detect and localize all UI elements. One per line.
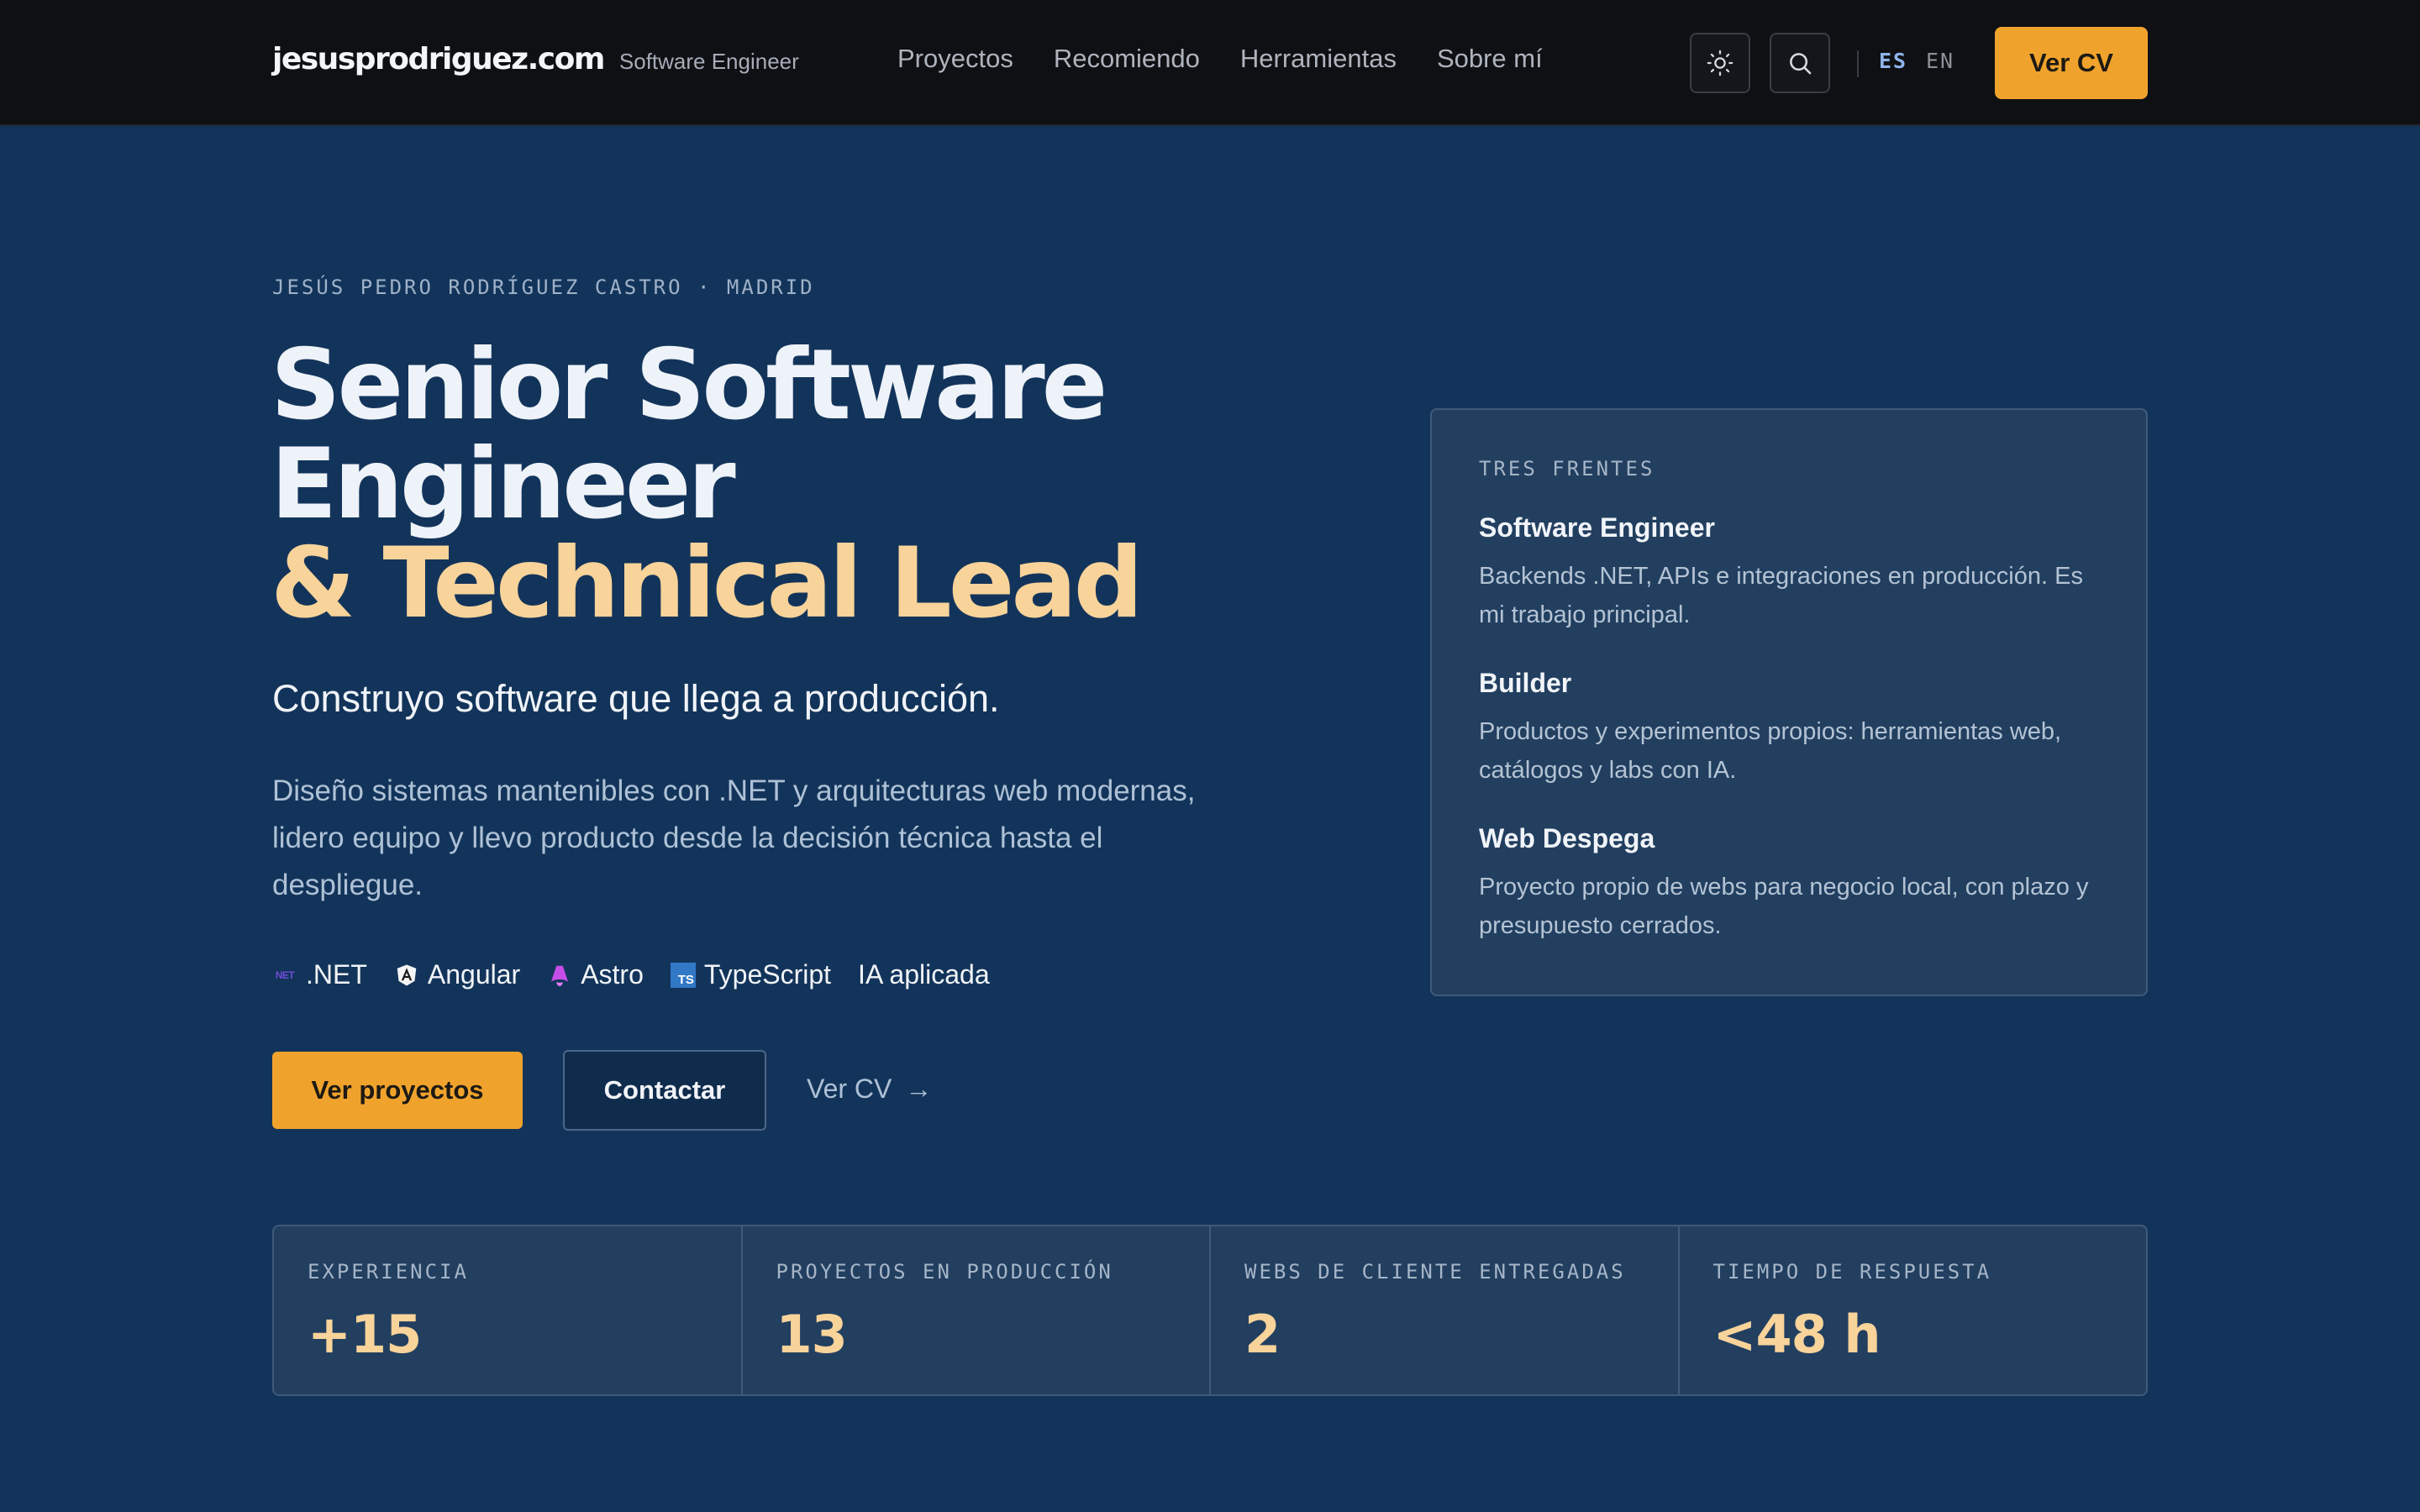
front-title: Web Despega [1479,823,1655,853]
lang-en-button[interactable]: EN [1926,49,1954,73]
stat-label: TIEMPO DE RESPUESTA [1712,1260,1992,1284]
tech-label: .NET [306,959,367,990]
brand-name: jesusprodriguez.com [272,42,605,76]
typescript-icon: TS [670,962,696,988]
tech-typescript: TS TypeScript [670,959,832,990]
headline-line-3: & Technical Lead [271,527,1144,640]
hero-tagline: Construyo software que llega a producció… [272,677,1000,720]
front-description: Productos y experimentos propios: herram… [1479,718,2062,784]
search-button[interactable] [1770,33,1830,93]
hero-headline: Senior Software Engineer & Technical Lea… [271,336,1363,633]
stat-value: 2 [1244,1304,1281,1365]
stat-experiencia: EXPERIENCIA +15 [274,1226,741,1394]
front-description: Proyecto propio de webs para negocio loc… [1479,874,2089,939]
hero-eyebrow: JESÚS PEDRO RODRÍGUEZ CASTRO · MADRID [272,276,815,299]
arrow-right-icon: → [905,1074,933,1104]
header-cv-button[interactable]: Ver CV [1995,27,2148,99]
stat-respuesta: TIEMPO DE RESPUESTA <48 h [1677,1226,2147,1394]
view-cv-label: Ver CV [807,1074,892,1104]
view-projects-button[interactable]: Ver proyectos [272,1052,523,1129]
front-item: Software Engineer Backends .NET, APIs e … [1479,512,2101,634]
nav-link-sobre-mi[interactable]: Sobre mí [1437,44,1543,74]
stat-value: +15 [308,1304,422,1365]
card-eyebrow: TRES FRENTES [1479,457,1655,480]
tech-angular: Angular [394,959,520,990]
search-icon [1790,53,1812,75]
tech-label: TypeScript [703,959,832,990]
angular-icon [394,963,419,988]
front-item: Web Despega Proyecto propio de webs para… [1479,823,2101,945]
brand-link[interactable]: jesusprodriguez.com Software Engineer [272,42,799,76]
nav-link-proyectos[interactable]: Proyectos [897,44,1013,74]
tech-label: IA aplicada [858,959,990,990]
hero-intro: Diseño sistemas mantenibles con .NET y a… [272,774,1196,901]
tech-ia: IA aplicada [858,959,990,990]
headline-line-2: Engineer [271,428,736,541]
brand-role: Software Engineer [618,49,799,74]
headline-line-1: Senior Software [271,328,1107,442]
stat-value: <48 h [1712,1304,1881,1365]
sun-icon [1707,50,1733,76]
stat-label: EXPERIENCIA [308,1260,469,1284]
main-nav: Proyectos Recomiendo Herramientas Sobre … [897,44,1543,74]
lang-es-button[interactable]: ES [1879,49,1907,73]
dotnet-icon: NET [275,969,295,981]
tech-label: Angular [427,959,521,990]
stat-label: WEBS DE CLIENTE ENTREGADAS [1244,1260,1626,1284]
stats-bar: EXPERIENCIA +15 PROYECTOS EN PRODUCCIÓN … [272,1225,2148,1396]
contact-button[interactable]: Contactar [563,1050,766,1131]
view-cv-link[interactable]: Ver CV → [807,1074,932,1105]
tech-astro: Astro [547,959,644,990]
front-item: Builder Productos y experimentos propios… [1479,668,2101,790]
fronts-card: TRES FRENTES Software Engineer Backends … [1430,408,2148,996]
astro-icon [547,963,572,988]
nav-link-recomiendo[interactable]: Recomiendo [1054,44,1200,74]
stat-value: 13 [776,1304,848,1365]
front-description: Backends .NET, APIs e integraciones en p… [1479,563,2083,628]
front-title: Software Engineer [1479,512,1715,543]
tech-dotnet: NET .NET [272,959,367,990]
stat-proyectos: PROYECTOS EN PRODUCCIÓN 13 [740,1226,1210,1394]
tech-stack: NET .NET Angular Astro TS TypeScript IA … [272,959,990,990]
lang-divider [1857,50,1859,77]
theme-toggle-button[interactable] [1690,33,1750,93]
nav-link-herramientas[interactable]: Herramientas [1240,44,1397,74]
tech-label: Astro [581,959,644,990]
site-header: jesusprodriguez.com Software Engineer Pr… [0,0,2420,126]
front-title: Builder [1479,668,1572,698]
stat-webs: WEBS DE CLIENTE ENTREGADAS 2 [1209,1226,1678,1394]
stat-label: PROYECTOS EN PRODUCCIÓN [776,1260,1113,1284]
